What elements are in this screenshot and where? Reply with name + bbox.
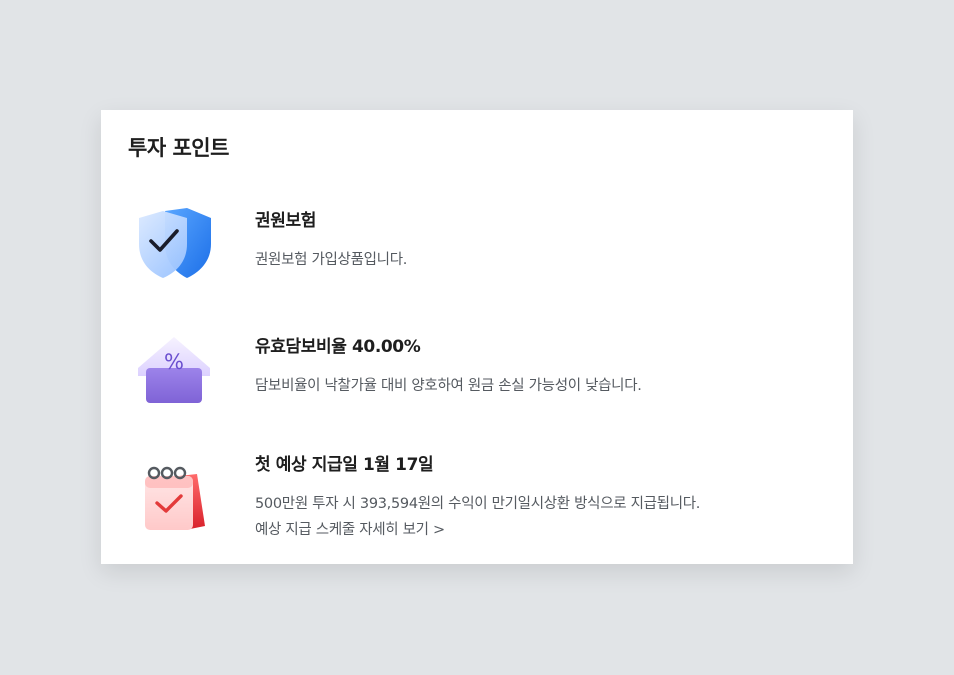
point-text: 유효담보비율 40.00% 담보비율이 낙찰가율 대비 양호하여 원금 손실 가… (255, 335, 835, 399)
payment-schedule-link[interactable]: 예상 지급 스케줄 자세히 보기 > (255, 517, 835, 543)
point-text: 권원보험 권원보험 가입상품입니다. (255, 209, 835, 273)
shield-check-icon (139, 208, 211, 278)
svg-text:%: % (164, 350, 184, 374)
investment-points-card: 투자 포인트 권원보험 권원보험 가입상품입니다. % 유효담보비율 40.00… (101, 110, 853, 564)
card-title: 투자 포인트 (128, 136, 229, 160)
point-heading: 권원보험 (255, 211, 316, 231)
point-description: 담보비율이 낙찰가율 대비 양호하여 원금 손실 가능성이 낮습니다. (255, 378, 642, 394)
point-heading: 유효담보비율 40.00% (255, 337, 421, 357)
point-description: 권원보험 가입상품입니다. (255, 252, 408, 268)
point-heading: 첫 예상 지급일 1월 17일 (255, 455, 434, 475)
calendar-check-icon (145, 466, 205, 530)
house-percent-icon: % (138, 337, 210, 403)
point-text: 첫 예상 지급일 1월 17일 500만원 투자 시 393,594원의 수익이… (255, 453, 835, 543)
point-description: 500만원 투자 시 393,594원의 수익이 만기일시상환 방식으로 지급됩… (255, 496, 701, 512)
